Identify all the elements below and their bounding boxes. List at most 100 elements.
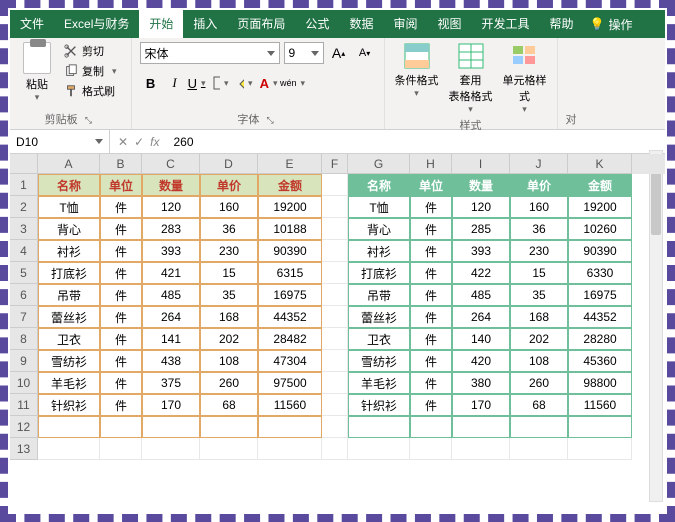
cell[interactable]: 285	[452, 218, 510, 240]
cell[interactable]: 47304	[258, 350, 322, 372]
cell[interactable]: 名称	[38, 174, 100, 196]
row-header[interactable]: 11	[10, 394, 38, 416]
cell[interactable]: 15	[200, 262, 258, 284]
cell[interactable]: 485	[142, 284, 200, 306]
conditional-format-button[interactable]: 条件格式 ▾	[393, 42, 441, 99]
cell[interactable]: 羊毛衫	[348, 372, 410, 394]
worksheet-grid[interactable]: A B C D E F G H I J K 1名称单位数量单价金额名称单位数量单…	[10, 154, 665, 512]
col-header[interactable]: F	[322, 154, 348, 174]
cell[interactable]: 68	[200, 394, 258, 416]
cell[interactable]: 108	[510, 350, 568, 372]
cell[interactable]: 件	[410, 196, 452, 218]
cell[interactable]: 单价	[200, 174, 258, 196]
cell[interactable]	[322, 284, 348, 306]
cell[interactable]: 375	[142, 372, 200, 394]
cancel-icon[interactable]: ✕	[118, 135, 128, 149]
cell[interactable]: 雪纺衫	[38, 350, 100, 372]
cell[interactable]: 260	[510, 372, 568, 394]
cell[interactable]: 420	[452, 350, 510, 372]
tell-me[interactable]: 💡 操作	[584, 16, 639, 33]
cell[interactable]: 衬衫	[348, 240, 410, 262]
cell[interactable]: 28482	[258, 328, 322, 350]
italic-button[interactable]: I	[164, 72, 186, 94]
cell[interactable]: 485	[452, 284, 510, 306]
format-painter-button[interactable]: 格式刷	[62, 82, 123, 100]
cell[interactable]: 件	[100, 284, 142, 306]
cell[interactable]: 19200	[258, 196, 322, 218]
cell[interactable]: 件	[410, 284, 452, 306]
fill-color-button[interactable]: ▾	[236, 72, 258, 94]
cell[interactable]: 202	[510, 328, 568, 350]
font-color-button[interactable]: A▾	[260, 72, 282, 94]
cell[interactable]: 件	[100, 328, 142, 350]
select-all-corner[interactable]	[10, 154, 38, 174]
cell[interactable]: 件	[410, 218, 452, 240]
cell[interactable]: 吊带	[38, 284, 100, 306]
cell[interactable]: 97500	[258, 372, 322, 394]
cell[interactable]: T恤	[348, 196, 410, 218]
cell[interactable]: 90390	[258, 240, 322, 262]
cell[interactable]: 393	[452, 240, 510, 262]
cell[interactable]: 件	[100, 372, 142, 394]
cell[interactable]: 针织衫	[348, 394, 410, 416]
cell[interactable]: 蕾丝衫	[38, 306, 100, 328]
cell[interactable]: 件	[410, 306, 452, 328]
cell[interactable]	[322, 262, 348, 284]
cell[interactable]: 140	[452, 328, 510, 350]
confirm-icon[interactable]: ✓	[134, 135, 144, 149]
cell[interactable]	[410, 438, 452, 460]
underline-button[interactable]: U▾	[188, 72, 210, 94]
tab-data[interactable]: 数据	[339, 10, 383, 38]
cell[interactable]: 36	[200, 218, 258, 240]
cell[interactable]: 打底衫	[348, 262, 410, 284]
cell[interactable]: 170	[452, 394, 510, 416]
cell[interactable]: 168	[200, 306, 258, 328]
cell[interactable]: 单位	[100, 174, 142, 196]
cell[interactable]	[348, 416, 410, 438]
row-header[interactable]: 3	[10, 218, 38, 240]
cell[interactable]: 名称	[348, 174, 410, 196]
font-name-select[interactable]: 宋体	[140, 42, 280, 64]
cell[interactable]: 雪纺衫	[348, 350, 410, 372]
cell[interactable]	[452, 416, 510, 438]
tab-file[interactable]: 文件	[10, 10, 54, 38]
col-header[interactable]: H	[410, 154, 452, 174]
cell[interactable]	[258, 416, 322, 438]
col-header[interactable]: A	[38, 154, 100, 174]
tab-formulas[interactable]: 公式	[295, 10, 339, 38]
cell[interactable]	[510, 416, 568, 438]
cell[interactable]	[322, 438, 348, 460]
dialog-launcher-icon[interactable]: ⤡	[262, 115, 277, 125]
cell[interactable]: 10260	[568, 218, 632, 240]
cell[interactable]: 422	[452, 262, 510, 284]
cell[interactable]: 金额	[568, 174, 632, 196]
cell[interactable]: 264	[452, 306, 510, 328]
cell[interactable]	[568, 416, 632, 438]
cell[interactable]: 件	[410, 394, 452, 416]
cell[interactable]: 数量	[142, 174, 200, 196]
cell[interactable]	[452, 438, 510, 460]
cell[interactable]: 28280	[568, 328, 632, 350]
cell[interactable]	[258, 438, 322, 460]
cell[interactable]: 蕾丝衫	[348, 306, 410, 328]
cell[interactable]: 6330	[568, 262, 632, 284]
fx-icon[interactable]: fx	[150, 135, 159, 149]
cell[interactable]	[322, 394, 348, 416]
cell[interactable]: 160	[200, 196, 258, 218]
row-header[interactable]: 13	[10, 438, 38, 460]
row-header[interactable]: 7	[10, 306, 38, 328]
cell[interactable]	[410, 416, 452, 438]
copy-button[interactable]: 复制 ▾	[62, 62, 123, 80]
cell[interactable]: 件	[410, 350, 452, 372]
row-header[interactable]: 2	[10, 196, 38, 218]
tab-view[interactable]: 视图	[427, 10, 471, 38]
col-header[interactable]: I	[452, 154, 510, 174]
cell[interactable]	[322, 196, 348, 218]
cell[interactable]: 35	[510, 284, 568, 306]
cell[interactable]: 35	[200, 284, 258, 306]
cell[interactable]	[200, 416, 258, 438]
cell[interactable]	[568, 438, 632, 460]
border-button[interactable]: ▾	[212, 72, 234, 94]
name-box[interactable]: D10	[10, 130, 110, 153]
col-header[interactable]: C	[142, 154, 200, 174]
